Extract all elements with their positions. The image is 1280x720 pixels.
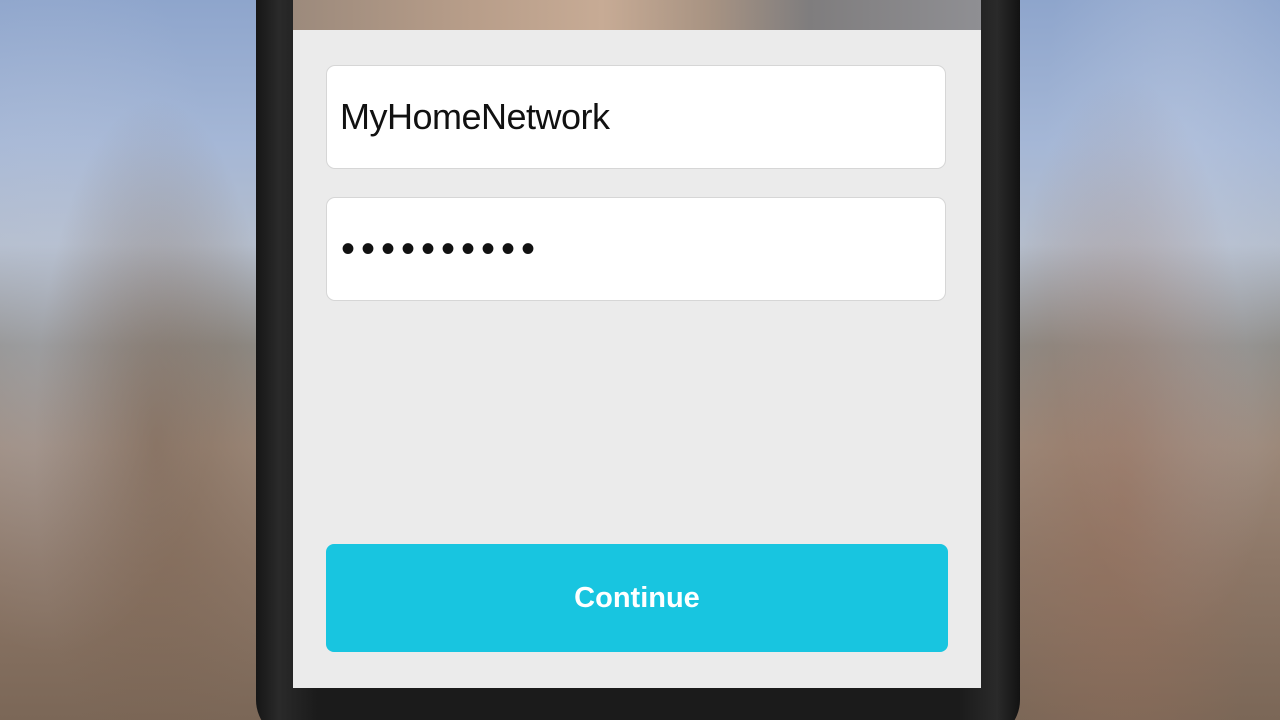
- video-frame: MyHomeNetwork •••••••••• Continue: [0, 0, 1280, 720]
- phone-screen: MyHomeNetwork •••••••••• Continue: [293, 0, 981, 688]
- network-name-value: MyHomeNetwork: [340, 96, 610, 137]
- continue-button[interactable]: Continue: [326, 544, 948, 652]
- blurred-background-left: [0, 0, 260, 720]
- password-input[interactable]: ••••••••••: [326, 197, 946, 301]
- password-masked-value: ••••••••••: [341, 226, 542, 271]
- continue-button-label: Continue: [574, 581, 700, 614]
- network-name-input[interactable]: MyHomeNetwork: [326, 65, 946, 169]
- blurred-background-right: [1020, 0, 1280, 720]
- header-photo: [293, 0, 981, 30]
